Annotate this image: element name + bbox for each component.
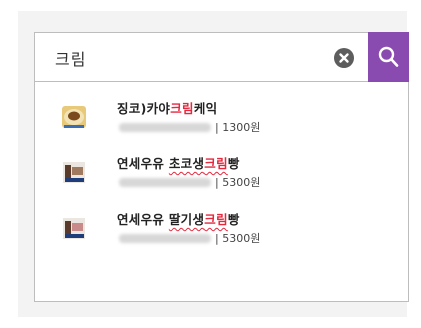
redacted-info <box>119 123 211 132</box>
product-thumbnail <box>63 218 85 239</box>
redacted-info <box>119 178 211 187</box>
product-thumbnail <box>62 106 86 128</box>
suggestion-price: | 5300원 <box>215 232 261 245</box>
suggestion-price: | 1300원 <box>215 121 261 134</box>
suggestion-title: 연세우유 딸기생크림빵 <box>117 212 240 227</box>
search-input[interactable]: 크림 <box>34 32 409 82</box>
suggestion-item[interactable]: 징코)카야크림케익 | 1300원 <box>35 92 408 148</box>
suggestion-title: 징코)카야크림케익 <box>117 101 218 116</box>
clear-search-button[interactable] <box>334 48 354 68</box>
suggestion-item[interactable]: 연세우유 딸기생크림빵 | 5300원 <box>35 203 408 259</box>
product-thumbnail <box>63 162 85 183</box>
suggestion-title: 연세우유 초코생크림빵 <box>117 156 240 171</box>
autocomplete-dropdown: 징코)카야크림케익 | 1300원 연세우유 초코생크림빵 | 5300원 연세… <box>34 82 409 302</box>
suggestion-item[interactable]: 연세우유 초코생크림빵 | 5300원 <box>35 147 408 203</box>
redacted-info <box>119 234 211 243</box>
magnifier-icon <box>378 46 399 67</box>
close-circle-icon <box>339 53 349 63</box>
suggestion-price: | 5300원 <box>215 176 261 189</box>
search-button[interactable] <box>368 32 409 82</box>
search-query-text[interactable]: 크림 <box>55 46 86 70</box>
